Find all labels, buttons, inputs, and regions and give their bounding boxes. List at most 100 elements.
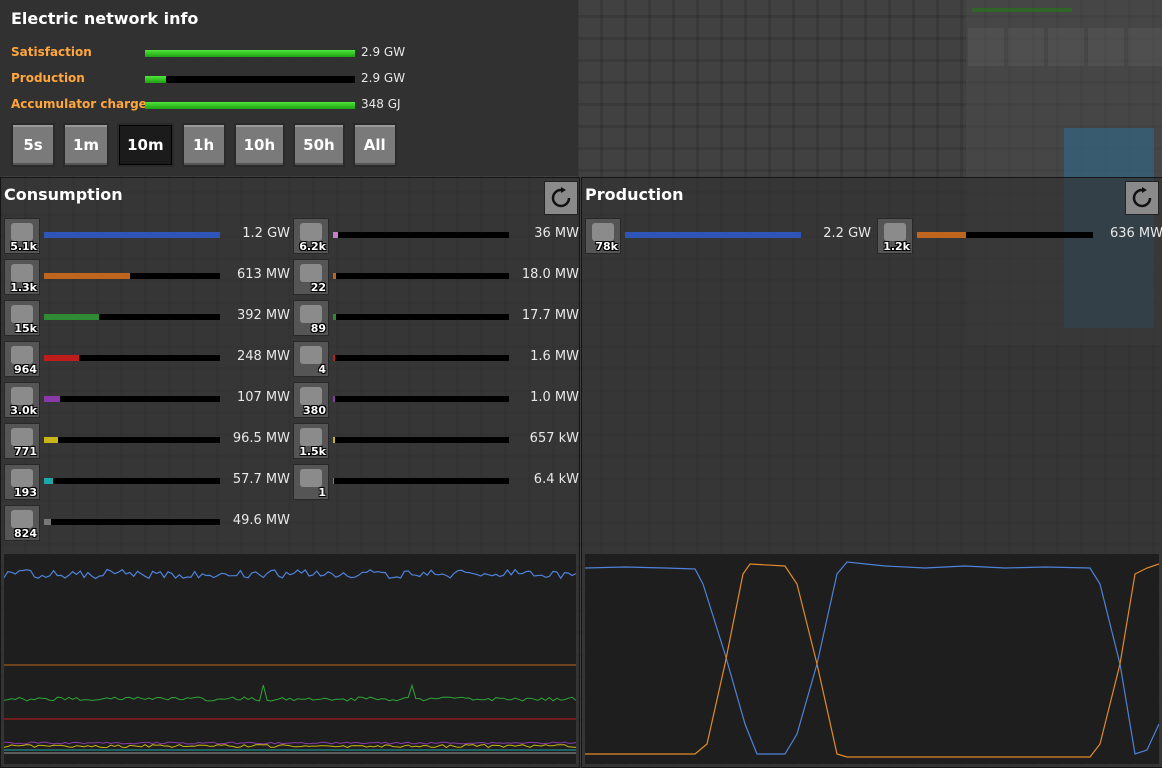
production-refresh-button[interactable] <box>1125 181 1159 215</box>
consumption-graph <box>4 554 576 764</box>
electric-furnace-icon[interactable]: 15k <box>4 300 40 336</box>
entity-bar-fill <box>44 355 80 361</box>
filter-inserter-icon[interactable]: 1 <box>293 464 329 500</box>
entity-bar <box>44 437 220 443</box>
book-icon <box>968 28 1004 66</box>
entity-bar-fill <box>333 232 339 238</box>
entity-row[interactable]: 1 6.4 kW <box>293 464 579 500</box>
entity-value: 107 MW <box>236 390 290 405</box>
entity-row[interactable]: 964 248 MW <box>4 341 290 377</box>
entity-row[interactable]: 22 18.0 MW <box>293 259 579 295</box>
graph-line-solar <box>585 561 1159 755</box>
entity-row[interactable]: 78k 2.2 GW <box>585 218 871 254</box>
accumulator-icon[interactable]: 1.2k <box>877 218 913 254</box>
stat-bar <box>145 102 355 109</box>
stat-bar <box>145 50 355 57</box>
entity-row[interactable]: 15k 392 MW <box>4 300 290 336</box>
stat-label: Satisfaction <box>11 45 92 59</box>
mining-drill-icon[interactable]: 1.3k <box>4 259 40 295</box>
lab-icon[interactable]: 771 <box>4 423 40 459</box>
chemical-plant-icon[interactable]: 193 <box>4 464 40 500</box>
entity-bar-fill <box>917 232 967 238</box>
entity-count: 193 <box>14 486 37 499</box>
entity-bar <box>44 273 220 279</box>
stat-label: Production <box>11 71 85 85</box>
entity-value: 6.4 kW <box>533 472 579 487</box>
entity-bar-fill <box>44 396 60 402</box>
oil-refinery-icon[interactable]: 3.0k <box>4 382 40 418</box>
entity-row[interactable]: 380 1.0 MW <box>293 382 579 418</box>
stat-value: 348 GJ <box>361 97 401 111</box>
fast-inserter-icon[interactable]: 1.5k <box>293 423 329 459</box>
entity-count: 4 <box>318 363 326 376</box>
entity-count: 22 <box>310 281 326 294</box>
entity-value: 57.7 MW <box>232 472 290 487</box>
stat-bar-fill <box>145 102 355 109</box>
entity-row[interactable]: 6.2k 36 MW <box>293 218 579 254</box>
background-toolbar <box>968 28 1162 66</box>
entity-row[interactable]: 3.0k 107 MW <box>4 382 290 418</box>
solar-panel-icon[interactable]: 78k <box>585 218 621 254</box>
time-button-1h[interactable]: 1h <box>181 123 226 167</box>
stat-label: Accumulator charge <box>11 97 147 111</box>
stat-bar-fill <box>145 76 166 83</box>
entity-count: 1 <box>318 486 326 499</box>
entity-row[interactable]: 771 96.5 MW <box>4 423 290 459</box>
entity-count: 5.1k <box>10 240 37 253</box>
rocket-silo-icon[interactable]: 89 <box>293 300 329 336</box>
pumpjack-icon[interactable]: 824 <box>4 505 40 541</box>
time-button-10m[interactable]: 10m <box>117 123 174 167</box>
entity-bar <box>625 232 801 238</box>
entity-count: 6.2k <box>299 240 326 253</box>
entity-value: 1.0 MW <box>530 390 579 405</box>
assembling-machine-icon[interactable]: 5.1k <box>4 218 40 254</box>
entity-row[interactable]: 824 49.6 MW <box>4 505 290 541</box>
entity-row[interactable]: 1.3k 613 MW <box>4 259 290 295</box>
entity-row[interactable]: 5.1k 1.2 GW <box>4 218 290 254</box>
stat-bar <box>145 76 355 83</box>
train-icon <box>1128 28 1162 66</box>
radar-icon[interactable]: 380 <box>293 382 329 418</box>
entity-bar-fill <box>333 314 336 320</box>
tree-icon <box>1008 28 1044 66</box>
entity-row[interactable]: 4 1.6 MW <box>293 341 579 377</box>
entity-bar-fill <box>44 478 53 484</box>
entity-value: 17.7 MW <box>521 308 579 323</box>
time-button-5s[interactable]: 5s <box>11 123 55 167</box>
refresh-icon <box>1132 187 1152 208</box>
production-icon <box>1048 28 1084 66</box>
entity-value: 1.2 GW <box>242 226 290 241</box>
beacon-icon[interactable]: 964 <box>4 341 40 377</box>
time-button-1m[interactable]: 1m <box>63 123 110 167</box>
entity-bar-fill <box>333 355 335 361</box>
consumption-refresh-button[interactable] <box>544 181 578 215</box>
entity-row[interactable]: 89 17.7 MW <box>293 300 579 336</box>
production-graph <box>585 554 1159 764</box>
entity-bar-fill <box>333 396 335 402</box>
inserter-icon[interactable]: 6.2k <box>293 218 329 254</box>
entity-row[interactable]: 1.2k 636 MW <box>877 218 1162 254</box>
entity-bar <box>333 232 509 238</box>
entity-value: 636 MW <box>1109 226 1162 241</box>
entity-bar-fill <box>44 519 52 525</box>
time-button-10h[interactable]: 10h <box>233 123 286 167</box>
entity-value: 49.6 MW <box>232 513 290 528</box>
centrifuge-icon[interactable]: 22 <box>293 259 329 295</box>
entity-count: 89 <box>310 322 326 335</box>
entity-count: 771 <box>14 445 37 458</box>
roboport-icon[interactable]: 4 <box>293 341 329 377</box>
entity-value: 36 MW <box>534 226 579 241</box>
entity-bar-fill <box>333 437 335 443</box>
time-button-50h[interactable]: 50h <box>293 123 345 167</box>
graph-line-lab <box>4 743 576 749</box>
production-title: Production <box>585 185 684 204</box>
consumption-title: Consumption <box>4 185 123 204</box>
entity-value: 2.2 GW <box>823 226 871 241</box>
entity-bar <box>44 478 220 484</box>
entity-count: 824 <box>14 527 37 540</box>
entity-row[interactable]: 193 57.7 MW <box>4 464 290 500</box>
entity-row[interactable]: 1.5k 657 kW <box>293 423 579 459</box>
time-button-all[interactable]: All <box>352 123 397 167</box>
entity-bar-fill <box>44 273 131 279</box>
research-icon <box>1088 28 1124 66</box>
